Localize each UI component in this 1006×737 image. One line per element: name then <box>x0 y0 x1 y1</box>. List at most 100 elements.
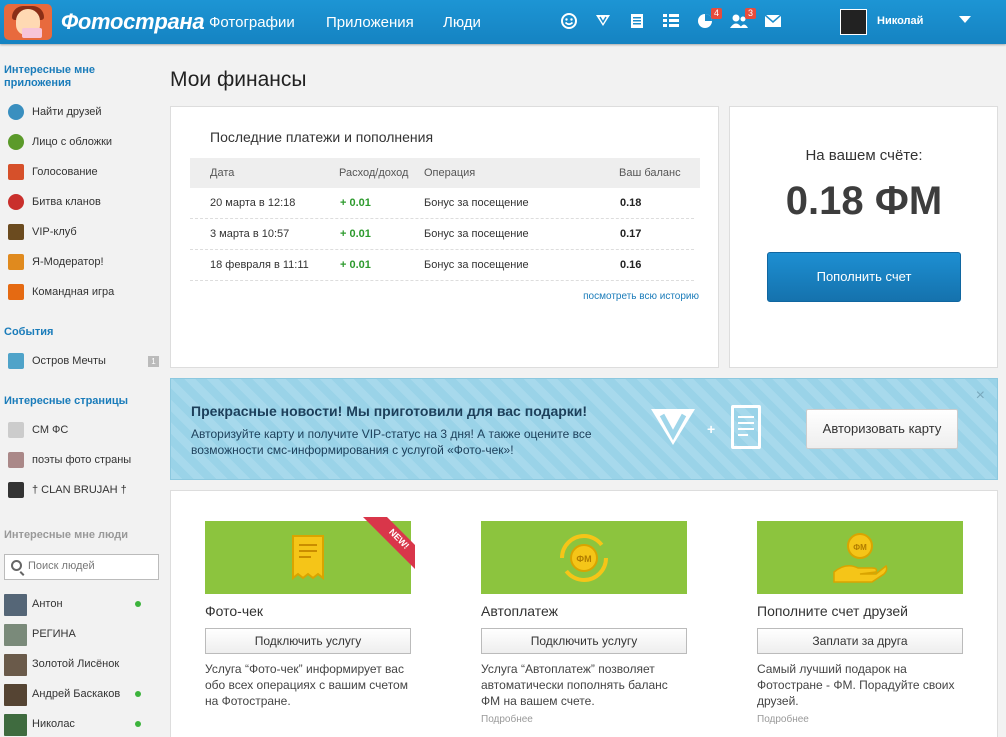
svg-text:ФМ: ФМ <box>576 554 591 564</box>
sidebar: Интересные мне приложения Найти друзей Л… <box>0 44 164 737</box>
people-section-title[interactable]: Интересные мне люди <box>4 529 128 542</box>
person-item[interactable]: РЕГИНА <box>0 624 160 646</box>
autopay-coin-icon: ФМ <box>560 533 608 582</box>
promo-banner: Прекрасные новости! Мы приготовили для в… <box>170 378 998 480</box>
person-item[interactable]: Андрей Баскаков <box>0 684 160 706</box>
sidebar-item-label: Голосование <box>32 166 98 178</box>
more-link[interactable]: Подробнее <box>481 714 687 725</box>
person-item[interactable]: Антон <box>0 594 160 616</box>
authorize-card-button[interactable]: Авторизовать карту <box>806 409 958 449</box>
row-amount: + 0.01 <box>340 197 371 209</box>
service-friend-pay: ФМ Пополните счет друзей Заплати за друг… <box>757 521 963 725</box>
sidebar-item-label: Лицо с обложки <box>32 136 113 148</box>
banner-title: Прекрасные новости! Мы приготовили для в… <box>191 403 588 419</box>
row-date: 20 марта в 12:18 <box>210 197 296 209</box>
sidebar-item-vip-club[interactable]: VIP-клуб <box>0 222 160 242</box>
page-title: Мои финансы <box>170 68 307 91</box>
friends-badge: 3 <box>744 8 756 19</box>
sidebar-item-find-friends[interactable]: Найти друзей <box>0 102 160 122</box>
sidebar-item-label: поэты фото страны <box>32 454 132 466</box>
avatar <box>4 654 27 676</box>
service-image: ФМ <box>481 521 687 594</box>
table-row: 3 марта в 10:57 + 0.01 Бонус за посещени… <box>190 219 694 250</box>
events-badge: 4 <box>710 8 722 19</box>
list-icon[interactable] <box>662 13 680 31</box>
sidebar-item-label: Найти друзей <box>32 106 102 118</box>
sidebar-item-team-game[interactable]: Командная игра <box>0 282 160 302</box>
avatar <box>4 624 27 646</box>
user-name[interactable]: Николай <box>877 15 923 27</box>
row-amount: + 0.01 <box>340 259 371 271</box>
sidebar-item-label: СМ ФС <box>32 424 69 436</box>
top-up-button[interactable]: Пополнить счет <box>767 252 961 302</box>
person-name: РЕГИНА <box>32 628 76 640</box>
mail-icon[interactable] <box>764 13 782 31</box>
banner-text: Авторизуйте карту и получите VIP-статус … <box>191 427 592 457</box>
avatar <box>4 684 27 706</box>
vip-logo-icon <box>651 409 695 445</box>
page-avatar <box>8 452 24 468</box>
person-name: Антон <box>32 598 63 610</box>
user-avatar[interactable] <box>840 9 867 35</box>
person-item[interactable]: Золотой Лисёнок <box>0 654 160 676</box>
pages-section-title[interactable]: Интересные страницы <box>4 395 128 408</box>
sidebar-item-vote[interactable]: Голосование <box>0 162 160 182</box>
connect-service-button[interactable]: Подключить услугу <box>205 628 411 654</box>
nav-people[interactable]: Люди <box>443 14 481 31</box>
news-icon[interactable] <box>628 13 646 31</box>
more-link[interactable]: Подробнее <box>757 714 963 725</box>
row-date: 3 марта в 10:57 <box>210 228 290 240</box>
sidebar-item-dream-island[interactable]: Остров Мечты 1 <box>0 351 160 371</box>
balance-value: 0.18 ФМ <box>785 179 943 223</box>
history-link[interactable]: посмотреть всю историю <box>583 291 699 302</box>
row-balance: 0.16 <box>620 259 642 271</box>
row-balance: 0.18 <box>620 197 642 209</box>
people-search[interactable] <box>4 554 159 580</box>
sidebar-item-label: Я-Модератор! <box>32 256 104 268</box>
online-indicator <box>135 691 141 697</box>
sidebar-item-page[interactable]: СМ ФС <box>0 420 160 440</box>
sidebar-item-clan-battle[interactable]: Битва кланов <box>0 192 160 212</box>
hand-coin-icon: ФМ <box>833 532 888 583</box>
sidebar-item-page[interactable]: † CLAN BRUJAH † <box>0 480 160 500</box>
friends-icon[interactable]: 3 <box>730 8 756 31</box>
connect-service-button[interactable]: Подключить услугу <box>481 628 687 654</box>
services-card: NEW! Фото-чек Подключить услугу Услуга “… <box>170 490 998 737</box>
column-operation: Операция <box>424 167 476 179</box>
sidebar-item-moderator[interactable]: Я-Модератор! <box>0 252 160 272</box>
nav-photos[interactable]: Фотографии <box>209 14 295 31</box>
search-icon <box>11 560 22 571</box>
table-row: 20 марта в 12:18 + 0.01 Бонус за посещен… <box>190 188 694 219</box>
logo-icon[interactable] <box>4 4 52 40</box>
cover-face-icon <box>8 134 24 150</box>
sidebar-item-label: † CLAN BRUJAH † <box>32 484 127 496</box>
events-section-title[interactable]: События <box>4 326 53 339</box>
pay-for-friend-button[interactable]: Заплати за друга <box>757 628 963 654</box>
row-amount: + 0.01 <box>340 228 371 240</box>
service-description: Услуга “Автоплатеж” позволяет автоматиче… <box>481 662 668 708</box>
nav-apps[interactable]: Приложения <box>326 14 414 31</box>
row-operation: Бонус за посещение <box>424 197 529 209</box>
find-friends-icon <box>8 104 24 120</box>
search-input[interactable] <box>28 560 153 572</box>
page-avatar <box>8 482 24 498</box>
row-balance: 0.17 <box>620 228 642 240</box>
apps-section-title[interactable]: Интересные мне приложения <box>4 64 124 90</box>
person-item[interactable]: Николас <box>0 714 160 736</box>
logo-text[interactable]: Фотострана <box>61 9 205 35</box>
vip-icon[interactable] <box>594 13 612 31</box>
payments-title: Последние платежи и пополнения <box>210 129 434 145</box>
chevron-down-icon[interactable] <box>959 16 971 23</box>
online-indicator <box>135 721 141 727</box>
dream-island-icon <box>8 353 24 369</box>
events-icon[interactable]: 4 <box>696 8 722 31</box>
sidebar-item-label: Командная игра <box>32 286 115 298</box>
vip-club-icon <box>8 224 24 240</box>
sidebar-item-page[interactable]: поэты фото страны <box>0 450 160 470</box>
service-image: ФМ <box>757 521 963 594</box>
column-balance: Ваш баланс <box>619 167 681 179</box>
close-icon[interactable]: × <box>976 387 985 405</box>
smiley-icon[interactable] <box>560 13 578 31</box>
sidebar-item-cover-face[interactable]: Лицо с обложки <box>0 132 160 152</box>
service-title: Пополните счет друзей <box>757 603 908 619</box>
